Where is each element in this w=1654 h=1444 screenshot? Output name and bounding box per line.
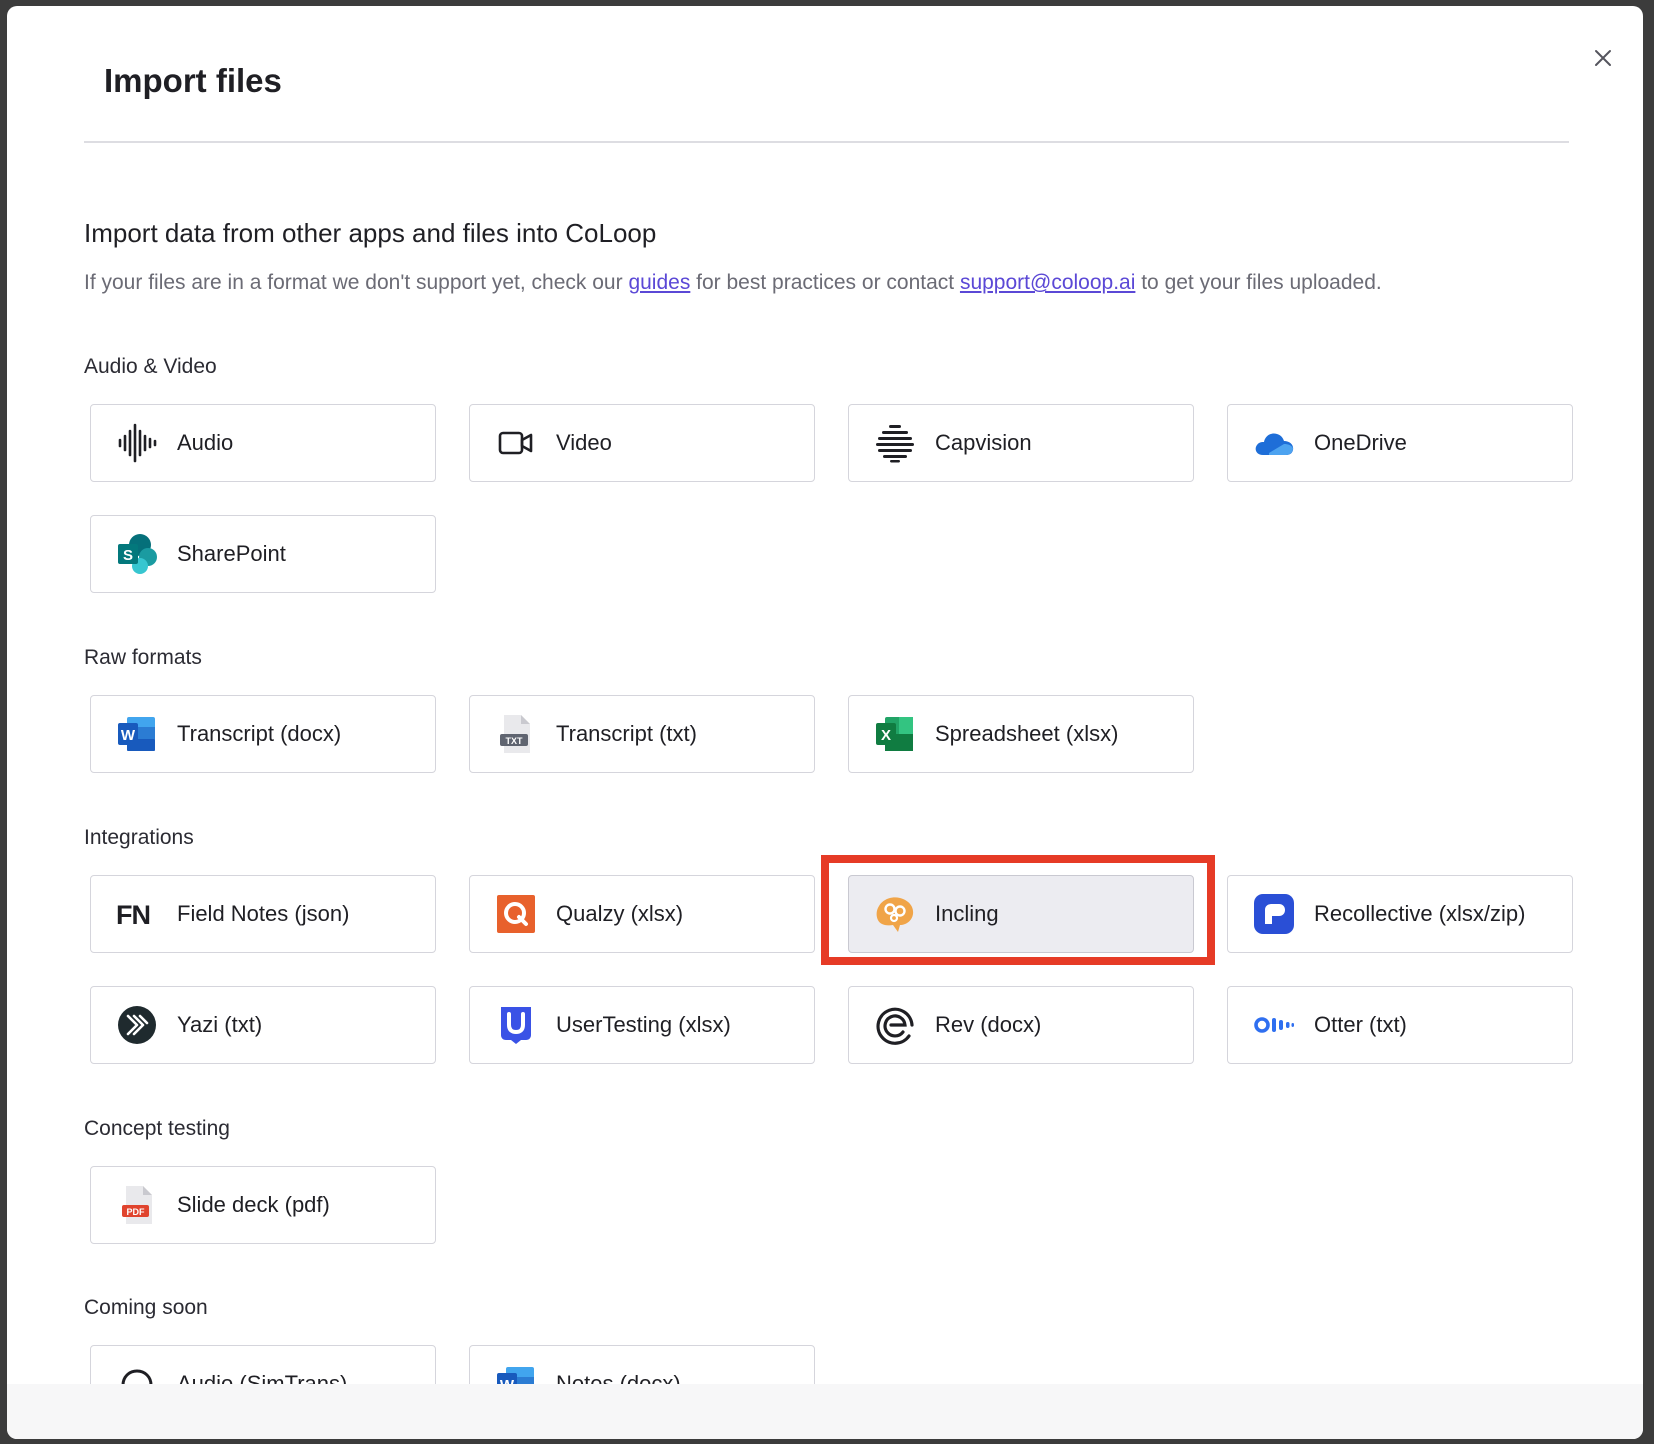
option-label: SharePoint [177,541,286,566]
modal-content: Import data from other apps and files in… [84,143,1574,1388]
option-label: Transcript (docx) [177,721,342,746]
option-label: Spreadsheet (xlsx) [935,721,1119,746]
rev-logo-icon [873,1003,917,1047]
option-label: Transcript (txt) [556,721,697,746]
import-option-slide-deck[interactable]: PDF Slide deck (pdf) [90,1166,436,1244]
yazi-logo-icon [115,1003,159,1047]
option-label: Yazi (txt) [177,1012,263,1037]
section-label-raw-formats: Raw formats [84,646,202,669]
import-option-usertesting[interactable]: UserTesting (xlsx) [469,986,815,1064]
description-text-3: to get your files uploaded. [1135,271,1382,294]
import-option-transcript-docx[interactable]: W Transcript (docx) [90,695,436,773]
import-option-recollective[interactable]: Recollective (xlsx/zip) [1227,875,1573,953]
svg-text:X: X [881,727,891,744]
option-label: OneDrive [1314,430,1407,455]
section-label-coming-soon: Coming soon [84,1296,208,1319]
section-label-integrations: Integrations [84,826,194,849]
import-option-notes-docx[interactable]: W Notes (docx) [469,1345,815,1388]
usertesting-logo-icon [494,1003,538,1047]
close-button[interactable] [1587,42,1619,74]
option-label: Audio [177,430,234,455]
excel-icon: X [873,712,917,756]
incling-logo-icon [873,892,917,936]
svg-text:TXT: TXT [506,736,524,746]
modal-header: Import files [84,6,1569,143]
import-option-spreadsheet-xlsx[interactable]: X Spreadsheet (xlsx) [848,695,1194,773]
import-option-onedrive[interactable]: OneDrive [1227,404,1573,482]
svg-text:FN: FN [116,900,150,928]
option-label: Video [556,430,612,455]
description-text-2: for best practices or contact [690,271,960,294]
import-files-modal: Import files Import data from other apps… [7,6,1643,1439]
sharepoint-logo-icon: S [115,532,159,576]
import-option-transcript-txt[interactable]: TXT Transcript (txt) [469,695,815,773]
option-label: UserTesting (xlsx) [556,1012,731,1037]
import-option-sharepoint[interactable]: S SharePoint [90,515,436,593]
modal-description: If your files are in a format we don't s… [84,271,1382,295]
import-option-audio[interactable]: Audio [90,404,436,482]
description-text-1: If your files are in a format we don't s… [84,271,629,294]
import-option-capvision[interactable]: Capvision [848,404,1194,482]
import-option-otter[interactable]: Otter (txt) [1227,986,1573,1064]
otter-logo-icon [1252,1003,1296,1047]
qualzy-logo-icon [494,892,538,936]
recollective-logo-icon [1252,892,1296,936]
capvision-logo-icon [873,421,917,465]
onedrive-cloud-icon [1252,421,1296,465]
import-option-field-notes[interactable]: FN Field Notes (json) [90,875,436,953]
modal-title: Import files [104,62,282,99]
import-option-video[interactable]: Video [469,404,815,482]
option-label: Incling [935,901,999,926]
video-camera-icon [494,421,538,465]
section-label-audio-video: Audio & Video [84,355,217,378]
svg-text:W: W [121,727,136,744]
word-doc-icon: W [115,712,159,756]
fieldnotes-logo-icon: FN [115,892,159,936]
txt-file-icon: TXT [494,712,538,756]
import-option-audio-simtrans[interactable]: Audio (SimTrans) [90,1345,436,1388]
support-email-link[interactable]: support@coloop.ai [960,271,1135,294]
option-label: Slide deck (pdf) [177,1192,330,1217]
import-option-incling[interactable]: Incling [848,875,1194,953]
svg-text:PDF: PDF [127,1207,146,1217]
option-label: Otter (txt) [1314,1012,1407,1037]
option-label: Field Notes (json) [177,901,350,926]
audio-waveform-icon [115,421,159,465]
import-option-yazi[interactable]: Yazi (txt) [90,986,436,1064]
option-label: Capvision [935,430,1032,455]
modal-subtitle: Import data from other apps and files in… [84,218,657,248]
import-option-rev[interactable]: Rev (docx) [848,986,1194,1064]
section-label-concept-testing: Concept testing [84,1117,230,1140]
guides-link[interactable]: guides [628,271,690,294]
pdf-file-icon: PDF [115,1183,159,1227]
option-label: Rev (docx) [935,1012,1042,1037]
modal-footer [7,1384,1643,1439]
close-icon [1595,50,1611,66]
option-label: Recollective (xlsx/zip) [1314,901,1526,926]
import-option-qualzy[interactable]: Qualzy (xlsx) [469,875,815,953]
option-label: Qualzy (xlsx) [556,901,684,926]
svg-text:S: S [123,547,133,564]
